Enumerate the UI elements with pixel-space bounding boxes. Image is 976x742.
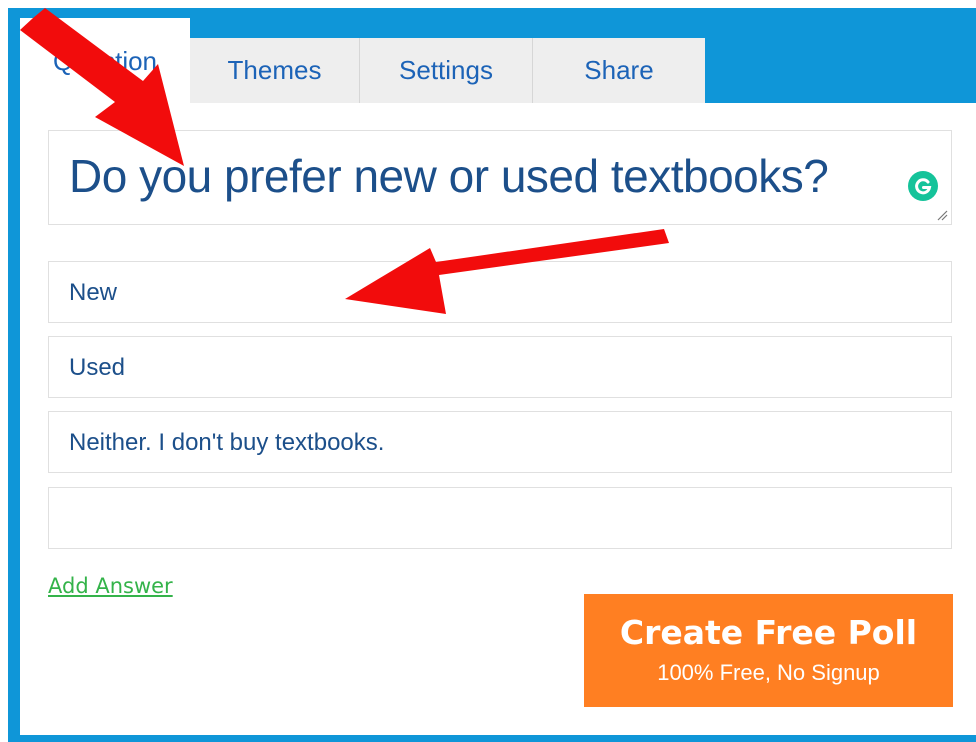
tab-question[interactable]: Question — [20, 18, 190, 104]
question-input[interactable]: Do you prefer new or used textbooks? — [48, 130, 952, 225]
grammarly-icon[interactable] — [908, 171, 938, 201]
resize-handle-icon[interactable] — [936, 209, 948, 221]
tab-question-label: Question — [52, 46, 158, 76]
create-poll-subtitle: 100% Free, No Signup — [657, 659, 880, 685]
tab-share[interactable]: Share — [533, 38, 705, 103]
create-poll-button[interactable]: Create Free Poll 100% Free, No Signup — [584, 594, 953, 707]
tab-share-label: Share — [584, 55, 654, 85]
answer-text-3: Neither. I don't buy textbooks. — [69, 429, 385, 456]
add-answer-link[interactable]: Add Answer — [48, 574, 173, 598]
tab-settings-label: Settings — [399, 55, 493, 85]
answer-field-2[interactable]: Used — [48, 336, 952, 398]
question-text: Do you prefer new or used textbooks? — [69, 150, 829, 202]
answer-field-1[interactable]: New — [48, 261, 952, 323]
answer-text-2: Used — [69, 354, 126, 381]
tab-themes-label: Themes — [227, 55, 322, 85]
tab-settings[interactable]: Settings — [360, 38, 533, 103]
answer-text-1: New — [69, 279, 118, 306]
create-poll-title: Create Free Poll — [619, 613, 918, 653]
answer-field-4[interactable] — [48, 487, 952, 549]
answer-field-3[interactable]: Neither. I don't buy textbooks. — [48, 411, 952, 473]
tab-themes[interactable]: Themes — [190, 38, 360, 103]
